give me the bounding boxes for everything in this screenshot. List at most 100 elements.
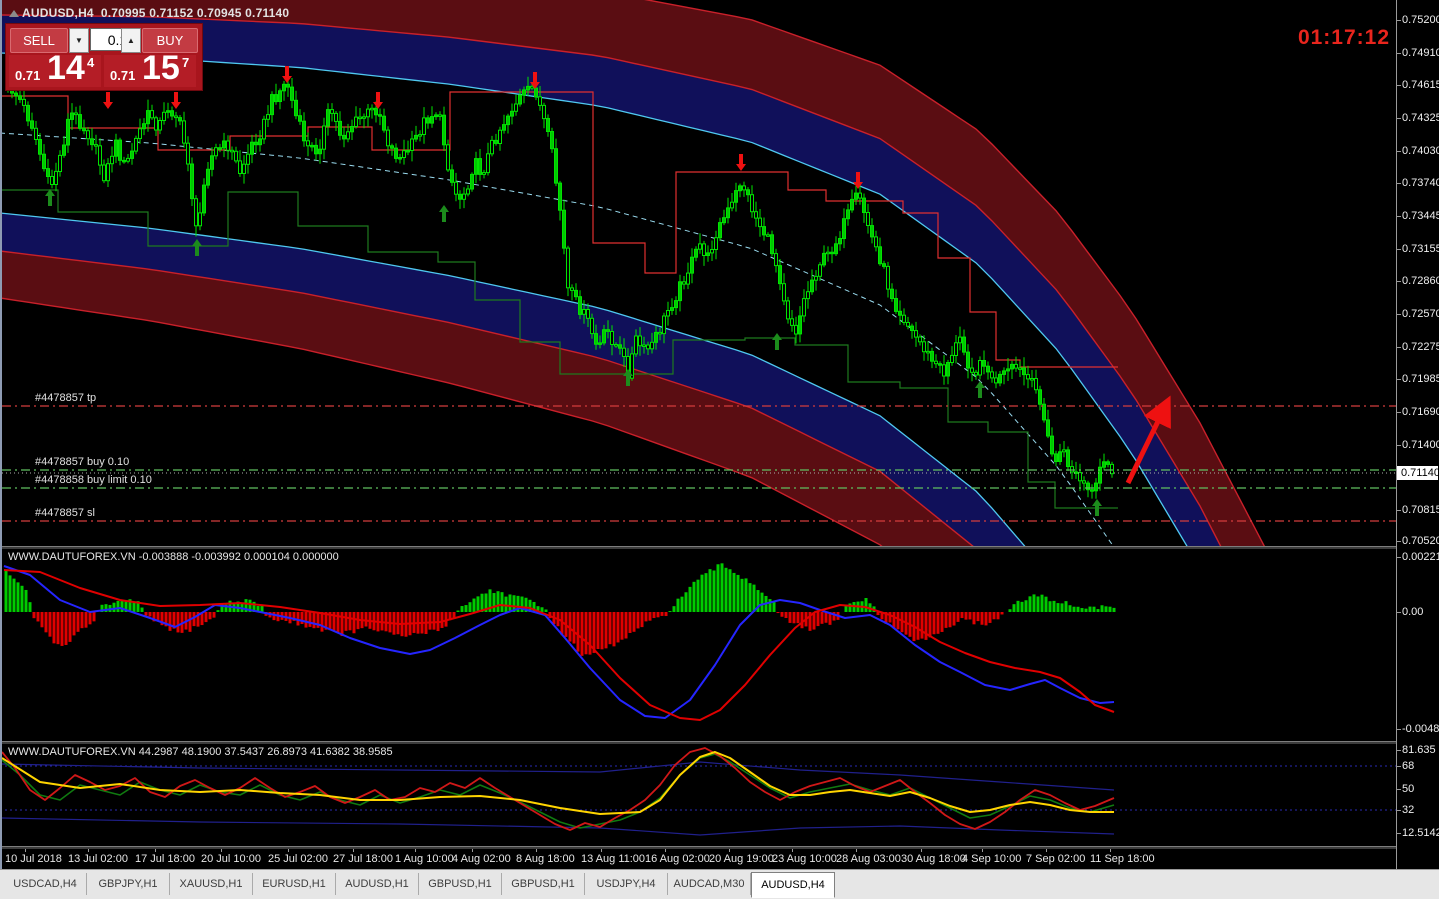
lot-increase-button[interactable]: ▲ (121, 28, 141, 53)
chart-ohlc: 0.70995 0.71152 0.70945 0.71140 (101, 6, 289, 20)
price-axis-label: 0.72275 (1402, 341, 1439, 353)
time-axis-label: 10 Jul 2018 (5, 853, 62, 865)
axis-tick (1397, 216, 1401, 217)
macd-signal-line (4, 570, 1114, 720)
chart-symbol: AUDUSD,H4 (22, 6, 94, 20)
axis-tick (1397, 412, 1401, 413)
oscillator-upper-envelope (2, 762, 1114, 790)
chart-tab-usdcad-h4[interactable]: USDCAD,H4 (4, 873, 87, 895)
time-axis-tick (1046, 849, 1047, 852)
oscillator-red-line (2, 748, 1114, 830)
macd-axis-label: 0.00 (1402, 606, 1423, 618)
chart-tab-xauusd-h1[interactable]: XAUUSD,H1 (170, 873, 253, 895)
axis-tick (1397, 183, 1401, 184)
axis-tick (1397, 541, 1401, 542)
price-axis-label: 0.73740 (1402, 177, 1439, 189)
ask-price-big: 15 (142, 49, 180, 88)
time-axis-tick (472, 849, 473, 852)
chart-tab-gbpusd-h1[interactable]: GBPUSD,H1 (502, 873, 585, 895)
axis-tick (1397, 20, 1401, 21)
chart-tab-audusd-h1[interactable]: AUDUSD,H1 (336, 873, 419, 895)
time-axis-label: 16 Aug 02:00 (645, 853, 710, 865)
axis-tick (1397, 833, 1401, 834)
oscillator-yellow-line (2, 752, 1114, 814)
chart-title: AUDUSD,H4 0.70995 0.71152 0.70945 0.7114… (22, 6, 289, 20)
ask-price-prefix: 0.71 (110, 68, 135, 83)
order-line-label: #4478858 buy limit 0.10 (35, 474, 152, 486)
ask-price-pip: 7 (182, 55, 189, 70)
chart-tab-gbpusd-h1[interactable]: GBPUSD,H1 (419, 873, 502, 895)
one-click-trading-panel: SELL ▼ 0.10 ▲ BUY 0.71 14 4 0.71 15 7 (5, 23, 203, 91)
axis-tick (1397, 445, 1401, 446)
time-axis-tick (1110, 849, 1111, 852)
oscillator-indicator-panel[interactable] (0, 744, 1396, 846)
price-axis-label: 0.72570 (1402, 308, 1439, 320)
axis-tick (1397, 789, 1401, 790)
macd-indicator-label: WWW.DAUTUFOREX.VN -0.003888 -0.003992 0.… (8, 551, 339, 563)
time-axis-label: 1 Aug 10:00 (395, 853, 454, 865)
chart-tab-gbpjpy-h1[interactable]: GBPJPY,H1 (87, 873, 170, 895)
order-line-label: #4478857 sl (35, 507, 95, 519)
oscillator-axis-label: 50 (1402, 783, 1414, 795)
time-axis-label: 17 Jul 18:00 (135, 853, 195, 865)
price-axis-label: 0.74325 (1402, 112, 1439, 124)
time-axis-label: 20 Aug 19:00 (709, 853, 774, 865)
price-axis-label: 0.70815 (1402, 504, 1439, 516)
collapse-icon[interactable] (9, 10, 19, 17)
oscillator-axis-label: 81.635 (1402, 744, 1436, 756)
axis-tick (1397, 612, 1401, 613)
axis-tick (1397, 53, 1401, 54)
chart-tab-audcad-m30[interactable]: AUDCAD,M30 (668, 873, 751, 895)
time-axis-label: 8 Aug 18:00 (516, 853, 575, 865)
oscillator-axis-label: 12.5142 (1402, 827, 1439, 839)
axis-tick (1397, 557, 1401, 558)
axis-tick (1397, 151, 1401, 152)
time-axis-tick (665, 849, 666, 852)
time-axis-tick (221, 849, 222, 852)
price-axis-label: 0.73445 (1402, 210, 1439, 222)
value-axis[interactable]: 0.752000.749100.746150.743250.740300.737… (1397, 0, 1439, 869)
price-axis-label: 0.74910 (1402, 47, 1439, 59)
axis-tick (1397, 118, 1401, 119)
bid-price[interactable]: 0.71 14 4 (9, 55, 101, 87)
time-axis-tick (921, 849, 922, 852)
time-axis-tick (792, 849, 793, 852)
price-axis-label: 0.73155 (1402, 243, 1439, 255)
main-chart[interactable]: #4478857 tp#4478857 buy 0.10#4478858 buy… (0, 0, 1396, 546)
axis-tick (1397, 314, 1401, 315)
macd-indicator-panel[interactable] (0, 549, 1396, 741)
axis-tick (1397, 750, 1401, 751)
time-axis-tick (25, 849, 26, 852)
axis-tick (1397, 85, 1401, 86)
macd-axis-label: 0.002214 (1402, 551, 1439, 563)
axis-tick (1397, 281, 1401, 282)
time-axis-label: 25 Jul 02:00 (268, 853, 328, 865)
axis-tick (1397, 729, 1401, 730)
time-axis-label: 20 Jul 10:00 (201, 853, 261, 865)
time-axis-tick (288, 849, 289, 852)
time-axis-label: 28 Aug 03:00 (836, 853, 901, 865)
price-axis-label: 0.70520 (1402, 535, 1439, 547)
mt4-window: #4478857 tp#4478857 buy 0.10#4478858 buy… (0, 0, 1439, 899)
chart-tab-eurusd-h1[interactable]: EURUSD,H1 (253, 873, 336, 895)
axis-tick (1397, 810, 1401, 811)
oscillator-axis-label: 68 (1402, 760, 1414, 772)
macd-axis-label: -0.00481 (1402, 723, 1439, 735)
price-axis-label: 0.74615 (1402, 79, 1439, 91)
candle-timer: 01:17:12 (1230, 26, 1390, 50)
time-axis-tick (601, 849, 602, 852)
current-price-box: 0.71140 (1397, 466, 1438, 480)
chart-tab-usdjpy-h4[interactable]: USDJPY,H4 (585, 873, 668, 895)
ask-price[interactable]: 0.71 15 7 (104, 55, 196, 87)
time-axis-label: 4 Aug 02:00 (452, 853, 511, 865)
macd-histogram (5, 563, 1116, 656)
bid-price-prefix: 0.71 (15, 68, 40, 83)
time-axis-label: 4 Sep 10:00 (962, 853, 1021, 865)
time-axis-tick (88, 849, 89, 852)
time-axis[interactable]: 10 Jul 201813 Jul 02:0017 Jul 18:0020 Ju… (0, 849, 1396, 869)
chart-tab-audusd-h4[interactable]: AUDUSD,H4 (751, 872, 835, 898)
macd-blue-line (4, 566, 1114, 718)
time-axis-label: 30 Aug 18:00 (901, 853, 966, 865)
axis-tick (1397, 379, 1401, 380)
time-axis-label: 27 Jul 18:00 (333, 853, 393, 865)
